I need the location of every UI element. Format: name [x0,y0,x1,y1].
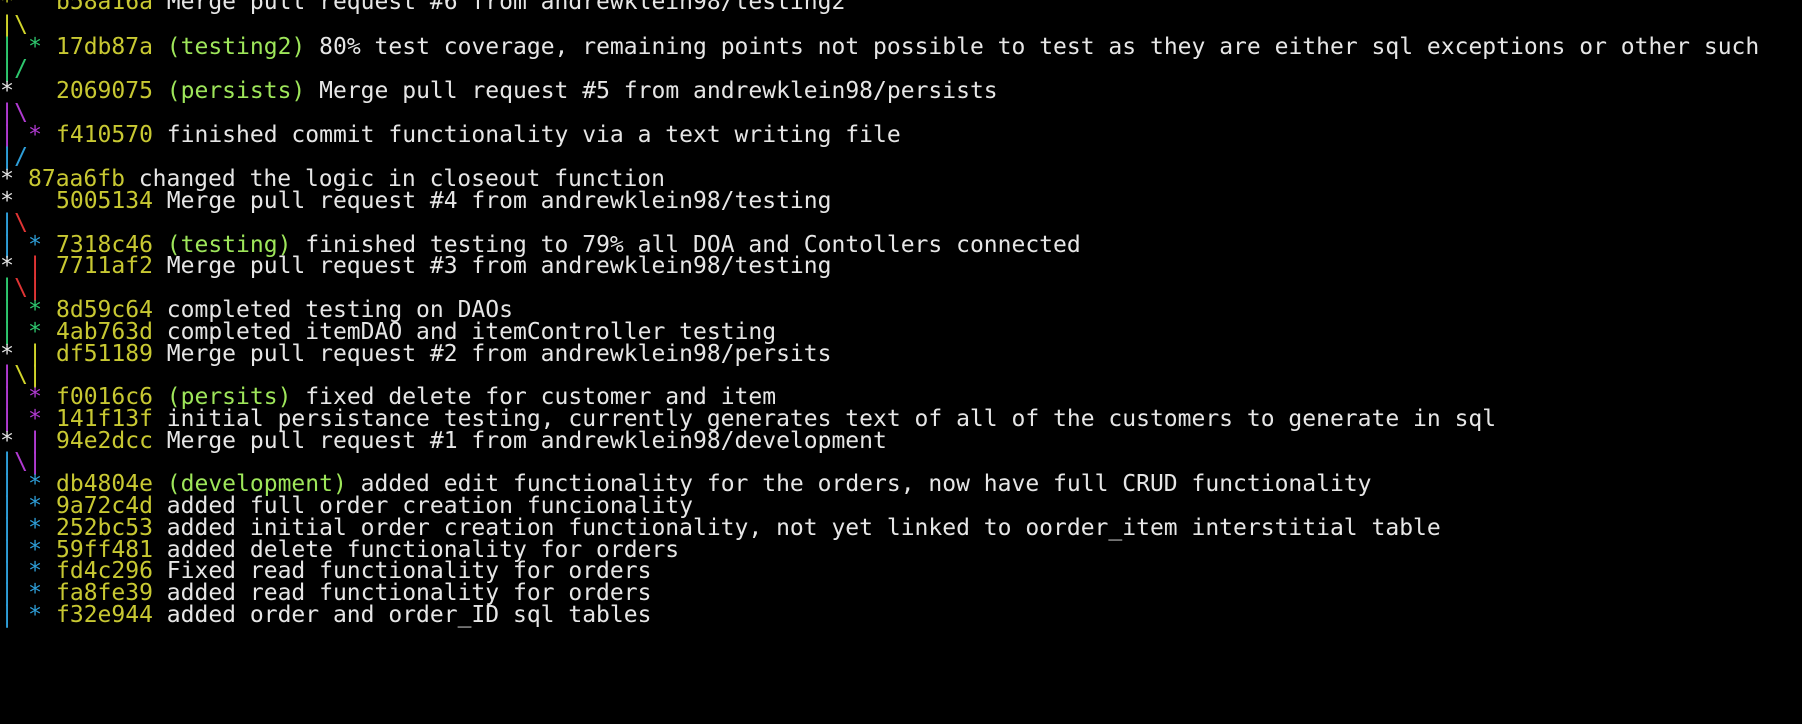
graph-char: * [28,122,42,148]
commit-message: Merge pull request #2 from andrewklein98… [166,341,832,367]
commit-message: 80% test coverage, remaining points not … [319,34,1760,60]
commit-message: added order and order_ID sql tables [166,602,652,628]
graph-char [42,35,56,60]
branch-ref[interactable]: (testing2) [167,34,305,60]
log-line[interactable]: * 5005134 Merge pull request #4 from and… [0,189,831,214]
commit-hash[interactable]: df51189 [56,341,153,367]
commit-message: Merge pull request #4 from andrewklein98… [166,188,832,214]
commit-message: Merge pull request #1 from andrewklein98… [166,428,887,454]
terminal-window[interactable]: * b58a16a Merge pull request #6 from and… [0,0,1802,724]
graph-char [28,189,42,214]
log-line[interactable]: * b58a16a Merge pull request #6 from and… [0,0,845,15]
branch-ref[interactable]: (persists) [167,78,305,104]
graph-char [42,429,56,454]
commit-message: Merge pull request #3 from andrewklein98… [166,253,832,279]
graph-char [42,0,56,15]
graph-char [42,189,56,214]
log-line[interactable]: | * 17db87a (testing2) 80% test coverage… [0,35,1759,60]
commit-hash[interactable]: f410570 [56,122,153,148]
log-line[interactable]: | * f32e944 added order and order_ID sql… [0,603,651,628]
log-line[interactable]: * | df51189 Merge pull request #2 from a… [0,342,831,367]
commit-hash[interactable]: 2069075 [56,78,153,104]
graph-char: * [28,34,42,60]
log-line[interactable]: | * f410570 finished commit functionalit… [0,123,901,148]
log-line[interactable]: * 2069075 (persists) Merge pull request … [0,79,998,104]
commit-hash[interactable]: f32e944 [56,602,153,628]
commit-message: finished commit functionality via a text… [166,122,901,148]
graph-char [42,603,56,628]
graph-char [42,254,56,279]
graph-char [28,0,42,15]
commit-message: Merge pull request #5 from andrewklein98… [319,78,998,104]
graph-char [42,79,56,104]
graph-char [42,123,56,148]
commit-hash[interactable]: 94e2dcc [56,428,153,454]
commit-hash[interactable]: b58a16a [56,0,153,15]
graph-char: * [28,602,42,628]
commit-hash[interactable]: 17db87a [56,34,153,60]
graph-char [14,603,28,628]
graph-char [28,79,42,104]
log-line[interactable]: * | 94e2dcc Merge pull request #1 from a… [0,429,887,454]
graph-char: | [0,602,14,628]
graph-char [42,342,56,367]
commit-hash[interactable]: 5005134 [56,188,153,214]
log-line[interactable]: * | 7711af2 Merge pull request #3 from a… [0,254,831,279]
commit-hash[interactable]: 7711af2 [56,253,153,279]
commit-message: Merge pull request #6 from andrewklein98… [166,0,846,15]
graph-lines: | * [0,602,56,628]
